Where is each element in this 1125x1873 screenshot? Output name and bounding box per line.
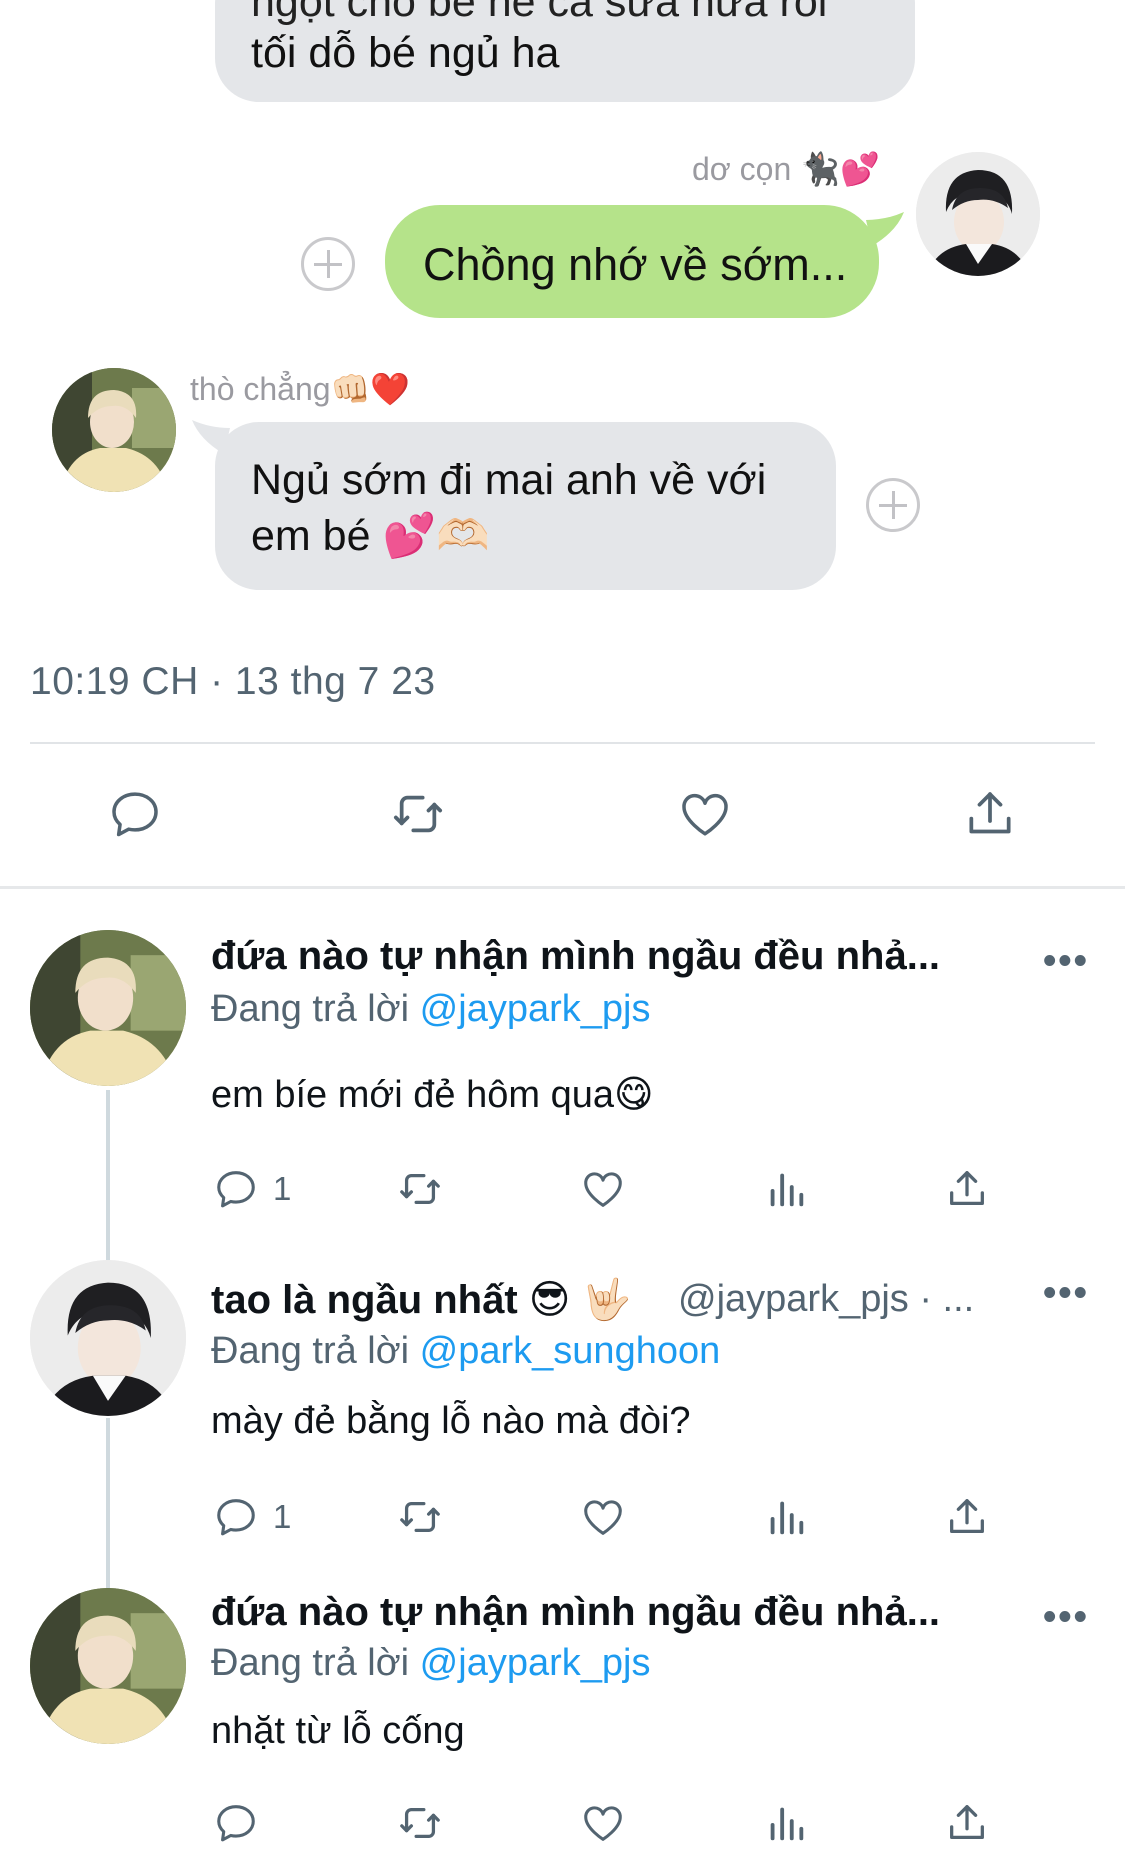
retweet-icon[interactable] xyxy=(390,786,446,842)
retweet-icon[interactable] xyxy=(397,1166,443,1212)
retweet-icon[interactable] xyxy=(397,1800,443,1846)
chat-received-text-line2: em bé 💕🫶🏻 xyxy=(251,512,490,560)
reply-item[interactable]: đứa nào tự nhận mình ngầu đều nhả... •••… xyxy=(0,900,1125,1220)
more-options-icon[interactable]: ••• xyxy=(1043,1272,1089,1315)
avatar[interactable] xyxy=(30,930,186,1086)
reply-text: nhặt từ lỗ cống xyxy=(211,1710,465,1752)
reply-author-name[interactable]: đứa nào tự nhận mình ngầu đều nhả... xyxy=(211,934,940,979)
chat-bubble-received-top: ngọt cho bé nè cả sữa nữa rồi tối dỗ bé … xyxy=(215,0,915,102)
add-icon[interactable] xyxy=(866,478,920,532)
reply-icon[interactable] xyxy=(213,1494,259,1540)
reply-item[interactable]: đứa nào tự nhận mình ngầu đều nhả... •••… xyxy=(0,1560,1125,1873)
reply-author-name[interactable]: đứa nào tự nhận mình ngầu đều nhả... xyxy=(211,1590,940,1635)
section-divider xyxy=(0,886,1125,889)
reply-icon[interactable] xyxy=(107,786,163,842)
chat-screenshot: ngọt cho bé nè cả sữa nữa rồi tối dỗ bé … xyxy=(0,0,1125,610)
avatar[interactable] xyxy=(30,1588,186,1744)
replying-to: Đang trả lời @jaypark_pjs xyxy=(211,988,650,1031)
share-icon[interactable] xyxy=(944,1494,990,1540)
reply-item[interactable]: tao là ngầu nhất 😎 🤟🏻 @jaypark_pjs · ...… xyxy=(0,1230,1125,1550)
tweet-timestamp[interactable]: 10:19 CH · 13 thg 7 23 xyxy=(30,660,436,704)
reply-text: mày đẻ bằng lỗ nào mà đòi? xyxy=(211,1400,691,1442)
chat-receiver-name: thò chẳng👊🏻❤️ xyxy=(190,371,411,407)
reply-icon[interactable] xyxy=(213,1166,259,1212)
like-icon[interactable] xyxy=(580,1800,626,1846)
chat-bubble-sent: Chồng nhớ về sớm... xyxy=(385,205,879,318)
analytics-icon[interactable] xyxy=(763,1800,809,1846)
chat-bubble-text-line2: tối dỗ bé ngủ ha xyxy=(251,29,560,77)
chat-sent-text: Chồng nhớ về sớm... xyxy=(423,239,848,290)
replying-to-prefix: Đang trả lời xyxy=(211,1642,410,1684)
avatar[interactable] xyxy=(30,1260,186,1416)
chat-bubble-received: Ngủ sớm đi mai anh về với em bé 💕🫶🏻 xyxy=(215,422,836,590)
more-options-icon[interactable]: ••• xyxy=(1043,940,1089,983)
mention-link[interactable]: @park_sunghoon xyxy=(420,1330,721,1372)
more-options-icon[interactable]: ••• xyxy=(1043,1596,1089,1639)
add-icon[interactable] xyxy=(301,237,355,291)
chat-sender-avatar xyxy=(916,152,1040,276)
reply-text: em bíe mới đẻ hôm qua😋 xyxy=(211,1074,654,1116)
like-icon[interactable] xyxy=(580,1494,626,1540)
retweet-icon[interactable] xyxy=(397,1494,443,1540)
replying-to: Đang trả lời @jaypark_pjs xyxy=(211,1642,650,1685)
mention-link[interactable]: @jaypark_pjs xyxy=(420,1642,651,1684)
replying-to-prefix: Đang trả lời xyxy=(211,1330,410,1372)
share-icon[interactable] xyxy=(944,1800,990,1846)
chat-receiver-avatar xyxy=(52,368,176,492)
like-icon[interactable] xyxy=(677,786,733,842)
like-icon[interactable] xyxy=(580,1166,626,1212)
bubble-tail-icon xyxy=(866,212,904,246)
chat-sender-name: dơ cọn 🐈‍⬛💕 xyxy=(692,151,880,187)
reply-count: 1 xyxy=(273,1498,292,1535)
analytics-icon[interactable] xyxy=(763,1494,809,1540)
reply-author-handle[interactable]: @jaypark_pjs · ... xyxy=(678,1278,974,1321)
replying-to-prefix: Đang trả lời xyxy=(211,988,410,1030)
replying-to: Đang trả lời @park_sunghoon xyxy=(211,1330,720,1373)
reply-count: 1 xyxy=(273,1170,292,1207)
chat-received-text-line1: Ngủ sớm đi mai anh về với xyxy=(251,456,767,504)
share-icon[interactable] xyxy=(944,1166,990,1212)
share-icon[interactable] xyxy=(962,786,1018,842)
divider xyxy=(30,742,1095,744)
reply-icon[interactable] xyxy=(213,1800,259,1846)
analytics-icon[interactable] xyxy=(763,1166,809,1212)
reply-author-name[interactable]: tao là ngầu nhất 😎 🤟🏻 xyxy=(211,1276,631,1323)
mention-link[interactable]: @jaypark_pjs xyxy=(420,988,651,1030)
